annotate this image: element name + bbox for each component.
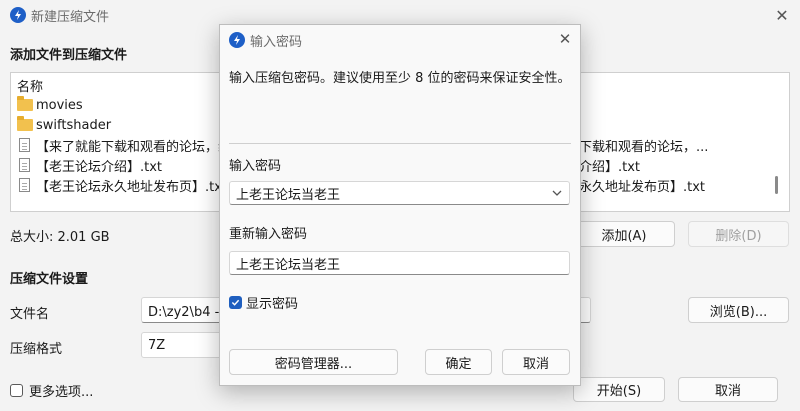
password-dialog: 输入密码 ✕ 输入压缩包密码。建议使用至少 8 位的密码来保证安全性。 输入密码… xyxy=(219,24,581,386)
dialog-cancel-button[interactable]: 取消 xyxy=(502,349,570,375)
list-item-overflow-text: 永久地址发布页】.txt xyxy=(579,179,706,195)
reenter-password-input[interactable]: 上老王论坛当老王 xyxy=(229,251,570,275)
list-item[interactable]: swiftshader xyxy=(17,115,111,135)
close-icon[interactable]: ✕ xyxy=(770,4,794,26)
password-input[interactable]: 上老王论坛当老王 xyxy=(229,181,570,205)
password-label: 输入密码 xyxy=(229,159,282,174)
list-header-name[interactable]: 名称 xyxy=(17,75,43,95)
start-button[interactable]: 开始(S) xyxy=(573,377,665,402)
more-options-checkbox[interactable]: 更多选项... xyxy=(10,381,93,400)
more-options-label: 更多选项... xyxy=(29,385,94,400)
list-item-overflow-text: 下载和观看的论坛，... xyxy=(579,139,709,155)
dialog-description: 输入压缩包密码。建议使用至少 8 位的密码来保证安全性。 xyxy=(229,71,571,86)
show-password-checkbox[interactable]: 显示密码 xyxy=(229,293,298,312)
divider xyxy=(229,143,571,144)
add-files-section-title: 添加文件到压缩文件 xyxy=(10,48,128,63)
checkbox-box[interactable] xyxy=(10,384,23,397)
close-icon[interactable]: ✕ xyxy=(554,28,576,50)
list-item-overflow-text: 介绍】.txt xyxy=(579,159,641,175)
filename-label: 文件名 xyxy=(10,307,50,322)
delete-button[interactable]: 删除(D) xyxy=(688,221,789,247)
list-item[interactable]: 【老王论坛介绍】.txt xyxy=(19,155,162,175)
text-file-icon xyxy=(19,178,30,192)
ok-button[interactable]: 确定 xyxy=(425,349,492,375)
app-logo-icon xyxy=(10,7,26,23)
list-item[interactable]: 【来了就能下载和观看的论坛，纯 xyxy=(19,135,231,155)
dialog-titlebar: 输入密码 ✕ xyxy=(220,25,580,53)
format-label: 压缩格式 xyxy=(10,342,63,357)
list-scrollbar[interactable] xyxy=(775,176,778,194)
app-logo-icon xyxy=(229,32,245,48)
folder-icon xyxy=(17,96,33,111)
password-manager-button[interactable]: 密码管理器... xyxy=(229,349,398,375)
dialog-title: 输入密码 xyxy=(250,35,303,50)
chevron-down-icon[interactable] xyxy=(551,187,563,199)
list-item[interactable]: movies xyxy=(17,95,83,115)
browse-button[interactable]: 浏览(B)... xyxy=(688,297,789,323)
checkmark-icon[interactable] xyxy=(229,296,242,309)
total-size-text: 总大小: 2.01 GB xyxy=(10,230,110,245)
text-file-icon xyxy=(19,138,30,152)
text-file-icon xyxy=(19,158,30,172)
reenter-password-label: 重新输入密码 xyxy=(229,227,308,242)
folder-icon xyxy=(17,116,33,131)
add-button[interactable]: 添加(A) xyxy=(573,221,675,247)
show-password-label: 显示密码 xyxy=(246,297,299,312)
list-item[interactable]: 【老王论坛永久地址发布页】.txt xyxy=(19,175,227,195)
settings-section-title: 压缩文件设置 xyxy=(10,272,89,287)
window-title: 新建压缩文件 xyxy=(31,10,110,25)
main-cancel-button[interactable]: 取消 xyxy=(678,377,778,402)
